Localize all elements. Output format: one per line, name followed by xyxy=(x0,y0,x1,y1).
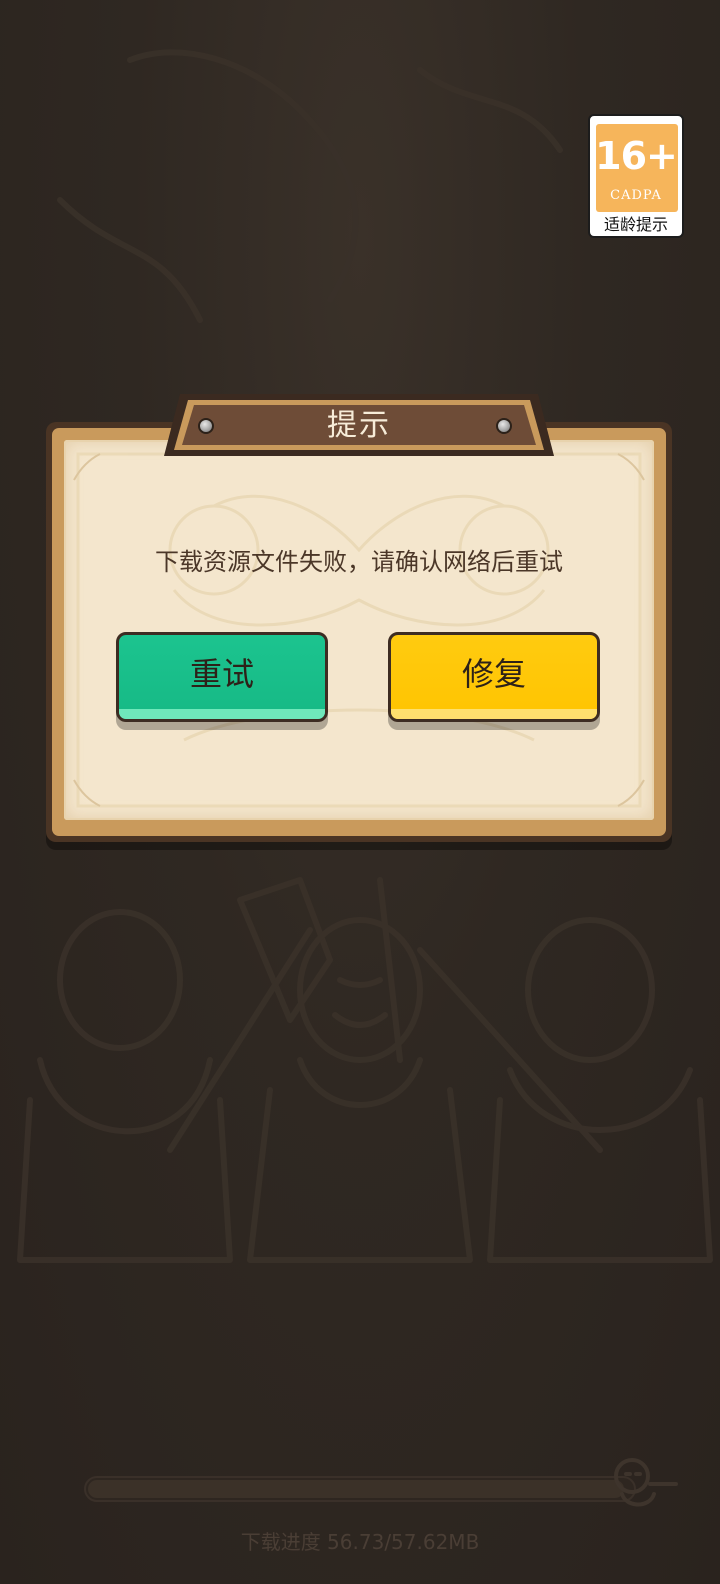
repair-button-label: 修复 xyxy=(461,655,526,693)
download-progress-text: 下载进度 56.73/57.62MB xyxy=(240,1530,480,1554)
age-rating-caption: 适龄提示 xyxy=(603,215,668,234)
download-progress-fill xyxy=(88,1480,624,1498)
dialog-paper-panel xyxy=(64,440,654,820)
age-rating-number: 16+ xyxy=(595,134,678,178)
age-rating-org: CADPA xyxy=(610,188,662,203)
dialog-title-banner: 提示 xyxy=(162,386,556,470)
paper-ornament xyxy=(73,452,645,808)
retry-button-label: 重试 xyxy=(189,655,254,693)
dialog-message: 下载资源文件失败，请确认网络后重试 xyxy=(155,548,563,576)
retry-button[interactable]: 重试 xyxy=(116,632,328,722)
loading-mascot-icon xyxy=(614,1458,678,1507)
repair-button[interactable]: 修复 xyxy=(388,632,600,722)
dialog-title: 提示 xyxy=(327,408,391,443)
age-rating-badge: 16+ CADPA 适龄提示 xyxy=(588,114,684,238)
download-progress-bar xyxy=(84,1476,636,1502)
